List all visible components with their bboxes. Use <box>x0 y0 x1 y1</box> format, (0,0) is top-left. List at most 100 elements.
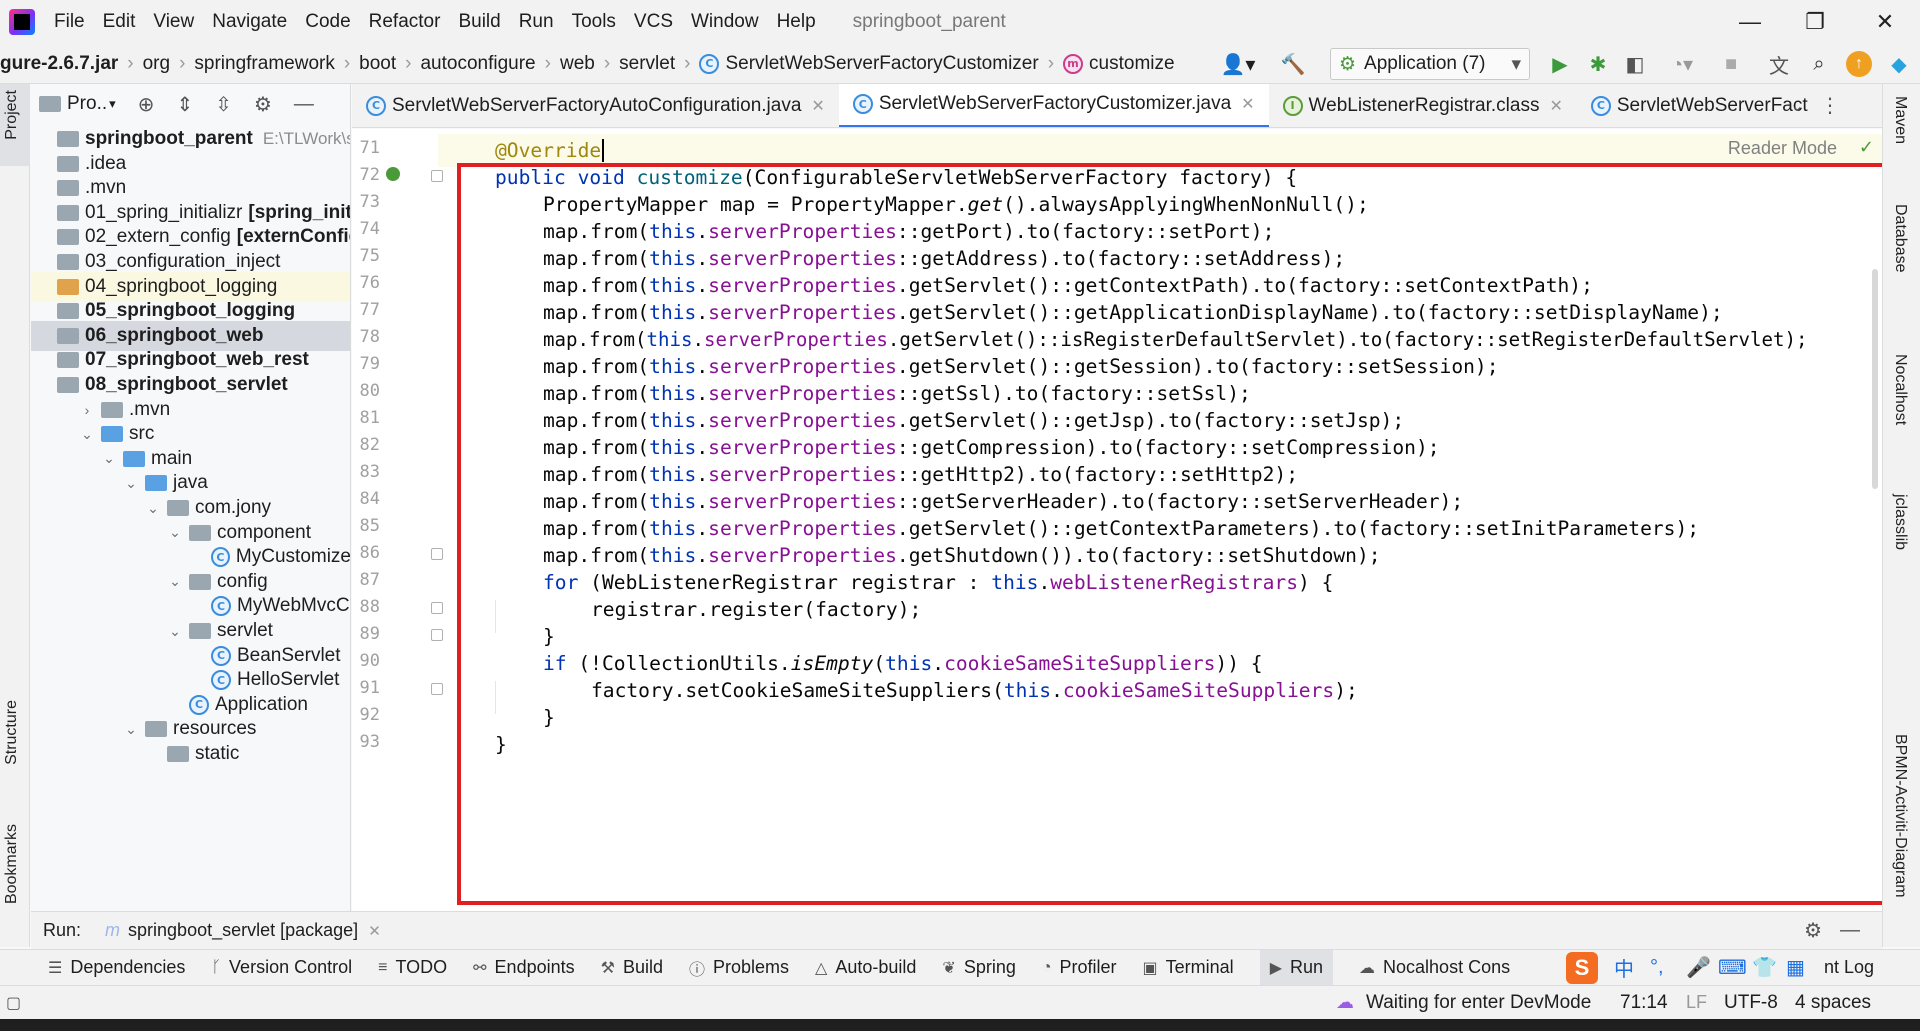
update-icon[interactable]: ↑ <box>1846 51 1872 77</box>
menu-window[interactable]: Window <box>691 11 759 33</box>
menu-edit[interactable]: Edit <box>103 11 136 33</box>
locate-file-icon[interactable]: ⊕ <box>138 92 155 117</box>
restore-button[interactable]: ❐ <box>1785 0 1845 44</box>
chevron-down-icon[interactable]: ⌄ <box>167 524 183 541</box>
menu-refactor[interactable]: Refactor <box>369 11 441 33</box>
chevron-down-icon[interactable]: ⌄ <box>167 573 183 590</box>
breadcrumb-springframework[interactable]: springframework <box>194 53 334 75</box>
chevron-right-icon[interactable]: › <box>79 402 95 418</box>
hide-panel-icon[interactable]: — <box>1840 919 1860 942</box>
structure-tool-tab[interactable]: Structure <box>3 700 21 765</box>
gear-icon[interactable]: ⚙ <box>254 92 272 117</box>
chevron-down-icon[interactable]: ⌄ <box>167 623 183 640</box>
menu-help[interactable]: Help <box>777 11 816 33</box>
menu-code[interactable]: Code <box>305 11 350 33</box>
close-window-button[interactable]: ✕ <box>1855 0 1915 44</box>
chevron-down-icon[interactable]: ⌄ <box>123 721 139 738</box>
breadcrumb-jar[interactable]: gure-2.6.7.jar <box>0 53 118 75</box>
close-icon[interactable]: ✕ <box>368 922 381 940</box>
menu-navigate[interactable]: Navigate <box>212 11 287 33</box>
panel-toggle-icon[interactable]: ▢ <box>6 993 21 1013</box>
file-encoding[interactable]: UTF-8 <box>1724 992 1778 1014</box>
event-log-tool[interactable]: nt Log <box>1824 957 1874 978</box>
breadcrumb-boot[interactable]: boot <box>359 53 396 75</box>
close-icon[interactable]: ✕ <box>811 96 824 116</box>
fold-marker-icon[interactable] <box>431 170 443 182</box>
menu-file[interactable]: File <box>54 11 85 33</box>
minimize-button[interactable]: — <box>1720 0 1780 44</box>
spring-tool[interactable]: ❦ Spring <box>942 957 1015 978</box>
version-control-tool[interactable]: ᚴ Version Control <box>211 957 352 978</box>
close-icon[interactable]: ✕ <box>1241 94 1254 114</box>
menu-build[interactable]: Build <box>458 11 500 33</box>
input-method-logo-icon[interactable]: S <box>1566 952 1598 984</box>
microphone-icon[interactable]: 🎤 <box>1686 955 1711 980</box>
menu-vcs[interactable]: VCS <box>634 11 673 33</box>
editor-tab-active[interactable]: C ServletWebServerFactoryCustomizer.java… <box>838 84 1269 127</box>
bpmn-diagram-tool-tab[interactable]: BPMN-Activiti-Diagram <box>1891 734 1909 898</box>
more-options-icon[interactable]: ⋮ <box>1820 93 1840 118</box>
toolbox-grid-icon[interactable]: ▦ <box>1786 955 1805 980</box>
dependencies-tool[interactable]: ☰ Dependencies <box>48 957 185 978</box>
jclasslib-tool-tab[interactable]: jclasslib <box>1891 494 1909 550</box>
chevron-down-icon[interactable]: ⌄ <box>101 450 117 467</box>
run-configuration-selector[interactable]: ⚙ Application (7) ▾ <box>1330 48 1530 80</box>
hide-panel-icon[interactable]: — <box>294 93 314 116</box>
punctuation-icon[interactable]: °, <box>1650 956 1664 979</box>
plugin-logo-icon[interactable]: ◆ <box>1884 50 1914 78</box>
endpoints-tool[interactable]: ⚯ Endpoints <box>473 957 574 978</box>
project-tree-item[interactable]: static <box>31 739 350 769</box>
fold-marker-icon[interactable] <box>431 602 443 614</box>
build-hammer-icon[interactable]: 🔨 <box>1278 50 1308 78</box>
profiler-tool[interactable]: ◔ Profiler <box>1042 957 1117 978</box>
database-tool-tab[interactable]: Database <box>1891 204 1909 273</box>
menu-run[interactable]: Run <box>519 11 554 33</box>
breadcrumb-servlet[interactable]: servlet <box>619 53 675 75</box>
collapse-all-icon[interactable]: ⇳ <box>215 92 232 117</box>
keyboard-icon[interactable]: ⌨ <box>1718 955 1747 980</box>
translate-icon[interactable]: 文 <box>1764 50 1794 78</box>
fold-marker-icon[interactable] <box>431 548 443 560</box>
project-view-selector[interactable]: Pro.. ▾ <box>39 93 116 115</box>
chevron-down-icon[interactable]: ⌄ <box>79 426 95 443</box>
line-separator[interactable]: LF <box>1686 992 1707 1013</box>
terminal-tool[interactable]: ▣ Terminal <box>1143 957 1234 978</box>
skin-icon[interactable]: 👕 <box>1752 955 1777 980</box>
todo-tool[interactable]: ≡ TODO <box>378 957 447 978</box>
profiler-icon[interactable]: ◔▾ <box>1660 50 1704 78</box>
auto-build-tool[interactable]: △ Auto-build <box>815 957 916 978</box>
breadcrumb-method[interactable]: m customize <box>1063 53 1175 75</box>
expand-all-icon[interactable]: ⇕ <box>176 92 193 117</box>
menu-tools[interactable]: Tools <box>572 11 616 33</box>
user-icon[interactable]: 👤▾ <box>1218 50 1258 78</box>
search-icon[interactable]: ⌕ <box>1804 50 1834 78</box>
run-icon[interactable]: ▶ <box>1545 50 1575 78</box>
breadcrumb-web[interactable]: web <box>560 53 595 75</box>
menu-view[interactable]: View <box>153 11 194 33</box>
reader-mode-button[interactable]: Reader Mode <box>1728 138 1837 159</box>
input-method-chinese-icon[interactable]: 中 <box>1614 953 1634 982</box>
fold-marker-icon[interactable] <box>431 683 443 695</box>
fold-marker-icon[interactable] <box>431 629 443 641</box>
coverage-icon[interactable]: ◧ <box>1620 50 1650 78</box>
breadcrumb-class[interactable]: C ServletWebServerFactoryCustomizer <box>699 53 1039 75</box>
bookmarks-tool-tab[interactable]: Bookmarks <box>3 824 21 904</box>
breadcrumb-org[interactable]: org <box>143 53 170 75</box>
indent-setting[interactable]: 4 spaces <box>1795 992 1871 1014</box>
problems-tool[interactable]: ⓘ Problems <box>689 956 789 980</box>
editor-tab[interactable]: C ServletWebServerFactoryAutoConfigurati… <box>352 84 839 127</box>
nocalhost-tool-tab[interactable]: Nocalhost <box>1891 354 1909 425</box>
run-config-tab[interactable]: springboot_servlet [package] <box>128 920 358 941</box>
maven-tool-tab[interactable]: Maven <box>1891 96 1909 144</box>
close-icon[interactable]: ✕ <box>1549 96 1562 116</box>
caret-position[interactable]: 71:14 <box>1620 992 1668 1014</box>
nocalhost-console-tool[interactable]: ☁ Nocalhost Cons <box>1359 957 1510 978</box>
stop-icon[interactable]: ■ <box>1716 50 1746 78</box>
project-tool-tab[interactable]: Project <box>3 90 21 140</box>
editor-tab[interactable]: C ServletWebServerFact <box>1577 84 1822 127</box>
build-tool[interactable]: ⚒ Build <box>601 957 663 978</box>
gear-icon[interactable]: ⚙ <box>1804 918 1822 943</box>
breadcrumb-autoconfigure[interactable]: autoconfigure <box>420 53 535 75</box>
debug-bug-icon[interactable]: ✱ <box>1583 50 1613 78</box>
chevron-down-icon[interactable]: ⌄ <box>123 475 139 492</box>
